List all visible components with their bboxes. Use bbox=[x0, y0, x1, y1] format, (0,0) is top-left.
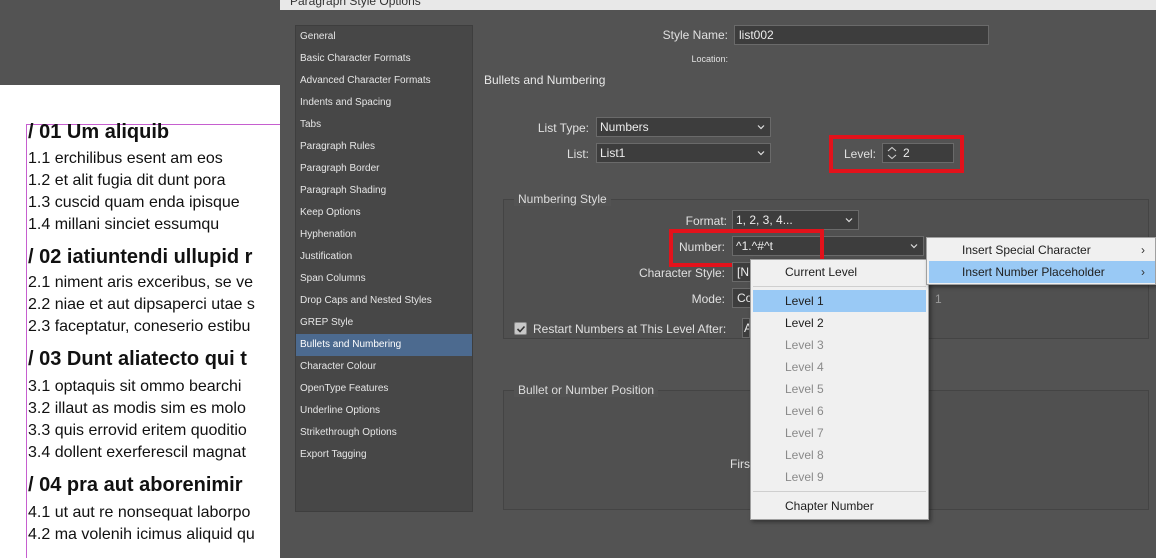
document-heading: / 01 Um aliquib bbox=[28, 121, 170, 143]
section-title: Bullets and Numbering bbox=[484, 73, 606, 87]
document-list-item: 1.4 millani sinciet essumqu bbox=[28, 216, 220, 233]
format-value: 1, 2, 3, 4... bbox=[736, 213, 793, 227]
category-item[interactable]: GREP Style bbox=[296, 312, 472, 334]
category-item[interactable]: Indents and Spacing bbox=[296, 92, 472, 114]
chevron-down-icon bbox=[845, 218, 853, 223]
category-item[interactable]: Keep Options bbox=[296, 202, 472, 224]
level-menu-item: Level 8 bbox=[785, 448, 824, 462]
category-item[interactable]: Paragraph Rules bbox=[296, 136, 472, 158]
category-item[interactable]: Underline Options bbox=[296, 400, 472, 422]
chevron-down-icon bbox=[757, 151, 765, 156]
format-label: Format: bbox=[685, 214, 727, 228]
dialog-title: Paragraph Style Options bbox=[290, 0, 421, 8]
chevron-down-icon bbox=[757, 125, 765, 130]
level-menu-item: Level 7 bbox=[785, 426, 824, 440]
category-item[interactable]: Export Tagging bbox=[296, 444, 472, 466]
pasteboard bbox=[0, 0, 280, 85]
document-list-item: 1.3 cuscid quam enda ipisque bbox=[28, 194, 240, 211]
context-menu-item[interactable]: Insert Number Placeholder › bbox=[929, 261, 1155, 283]
menu-separator bbox=[753, 286, 926, 287]
list-type-label: List Type: bbox=[537, 121, 589, 135]
category-item[interactable]: Tabs bbox=[296, 114, 472, 136]
checkmark-icon bbox=[516, 325, 526, 333]
level-menu-item: Level 9 bbox=[785, 470, 824, 484]
dialog-titlebar: Paragraph Style Options bbox=[280, 0, 1156, 10]
category-list[interactable]: General Basic Character Formats Advanced C… bbox=[295, 25, 473, 512]
document-list-item: 1.1 erchilibus esent am eos bbox=[28, 150, 223, 167]
category-item[interactable]: Justification bbox=[296, 246, 472, 268]
category-item[interactable]: Character Colour bbox=[296, 356, 472, 378]
restart-numbers-label: Restart Numbers at This Level After: bbox=[533, 322, 727, 336]
category-item[interactable]: Hyphenation bbox=[296, 224, 472, 246]
mode-start-number: 1 bbox=[935, 292, 942, 306]
category-item[interactable]: Span Columns bbox=[296, 268, 472, 290]
document-list-item: 2.2 niae et aut dipsaperci utae s bbox=[28, 296, 255, 313]
category-item[interactable]: Drop Caps and Nested Styles bbox=[296, 290, 472, 312]
number-placeholder-level-menu[interactable]: Current Level Level 1 Level 2 Level 3 Level … bbox=[750, 259, 929, 520]
level-menu-item: Level 4 bbox=[785, 360, 824, 374]
chevron-right-icon: › bbox=[1141, 243, 1145, 257]
numbering-style-title: Numbering Style bbox=[514, 192, 611, 206]
document-heading: / 03 Dunt aliatecto qui t bbox=[28, 348, 247, 370]
document-list-item: 2.1 niment aris exceribus, se ve bbox=[28, 274, 253, 291]
document-list-item: 3.2 illaut as modis sim es molo bbox=[28, 400, 246, 417]
character-style-label: Character Style: bbox=[638, 266, 725, 280]
category-item[interactable]: General bbox=[296, 26, 472, 48]
context-menu-item-label: Insert Number Placeholder bbox=[962, 265, 1105, 279]
category-item[interactable]: Paragraph Border bbox=[296, 158, 472, 180]
category-item[interactable]: Bullets and Numbering bbox=[296, 334, 472, 356]
mode-label: Mode: bbox=[691, 292, 725, 306]
category-item[interactable]: Advanced Character Formats bbox=[296, 70, 472, 92]
list-label: List: bbox=[566, 147, 589, 161]
category-item[interactable]: Basic Character Formats bbox=[296, 48, 472, 70]
document-list-item: 2.3 faceptatur, coneserio estibu bbox=[28, 318, 251, 335]
chevron-right-icon: › bbox=[1141, 265, 1145, 279]
level-menu-item: Level 3 bbox=[785, 338, 824, 352]
context-menu-item[interactable]: Insert Special Character › bbox=[929, 239, 1155, 261]
list-type-value: Numbers bbox=[600, 120, 649, 134]
document-list-item: 4.1 ut aut re nonsequat laborpo bbox=[28, 504, 251, 521]
category-item[interactable]: OpenType Features bbox=[296, 378, 472, 400]
document-canvas: / 01 Um aliquib 1.1 erchilibus esent am e… bbox=[0, 0, 286, 558]
document-list-item: 3.4 dollent exerferescil magnat bbox=[28, 444, 246, 461]
list-value: List1 bbox=[600, 146, 626, 160]
document-heading: / 04 pra aut aborenimir bbox=[28, 474, 243, 496]
document-list-item: 1.2 et alit fugia dit dunt pora bbox=[28, 172, 226, 189]
level-highlight-box bbox=[829, 135, 964, 173]
style-name-label: Style Name: bbox=[662, 28, 728, 42]
category-item[interactable]: Strikethrough Options bbox=[296, 422, 472, 444]
restart-numbers-checkbox[interactable] bbox=[514, 322, 527, 335]
document-list-item: 4.2 ma volenih icimus aliquid qu bbox=[28, 526, 255, 543]
level-menu-item[interactable]: Level 2 bbox=[753, 312, 926, 334]
document-list-item: 3.1 optaquis sit ommo bearchi bbox=[28, 378, 242, 395]
format-select[interactable]: 1, 2, 3, 4... bbox=[732, 210, 859, 230]
list-select[interactable]: List1 bbox=[596, 143, 771, 163]
level-menu-item[interactable]: Current Level bbox=[753, 261, 926, 283]
position-title: Bullet or Number Position bbox=[514, 383, 659, 397]
level-menu-item[interactable]: Level 1 bbox=[753, 290, 926, 312]
style-name-input[interactable]: list002 bbox=[734, 25, 989, 45]
level-menu-item: Level 5 bbox=[785, 382, 824, 396]
document-list-item: 3.3 quis errovid eritem quoditio bbox=[28, 422, 247, 439]
location-label: Location: bbox=[691, 54, 728, 64]
restart-level-select[interactable]: A bbox=[742, 318, 750, 338]
level-menu-item: Level 6 bbox=[785, 404, 824, 418]
level-menu-item[interactable]: Chapter Number bbox=[753, 495, 926, 517]
context-menu-item-label: Insert Special Character bbox=[962, 243, 1091, 257]
chevron-down-icon bbox=[910, 244, 918, 249]
menu-separator bbox=[753, 491, 926, 492]
list-type-select[interactable]: Numbers bbox=[596, 117, 771, 137]
first-line-indent-label: Firs bbox=[730, 457, 750, 471]
document-heading: / 02 iatiuntendi ullupid r bbox=[28, 246, 253, 268]
number-insert-menu[interactable]: Insert Special Character › Insert Number P… bbox=[926, 237, 1156, 285]
category-item[interactable]: Paragraph Shading bbox=[296, 180, 472, 202]
